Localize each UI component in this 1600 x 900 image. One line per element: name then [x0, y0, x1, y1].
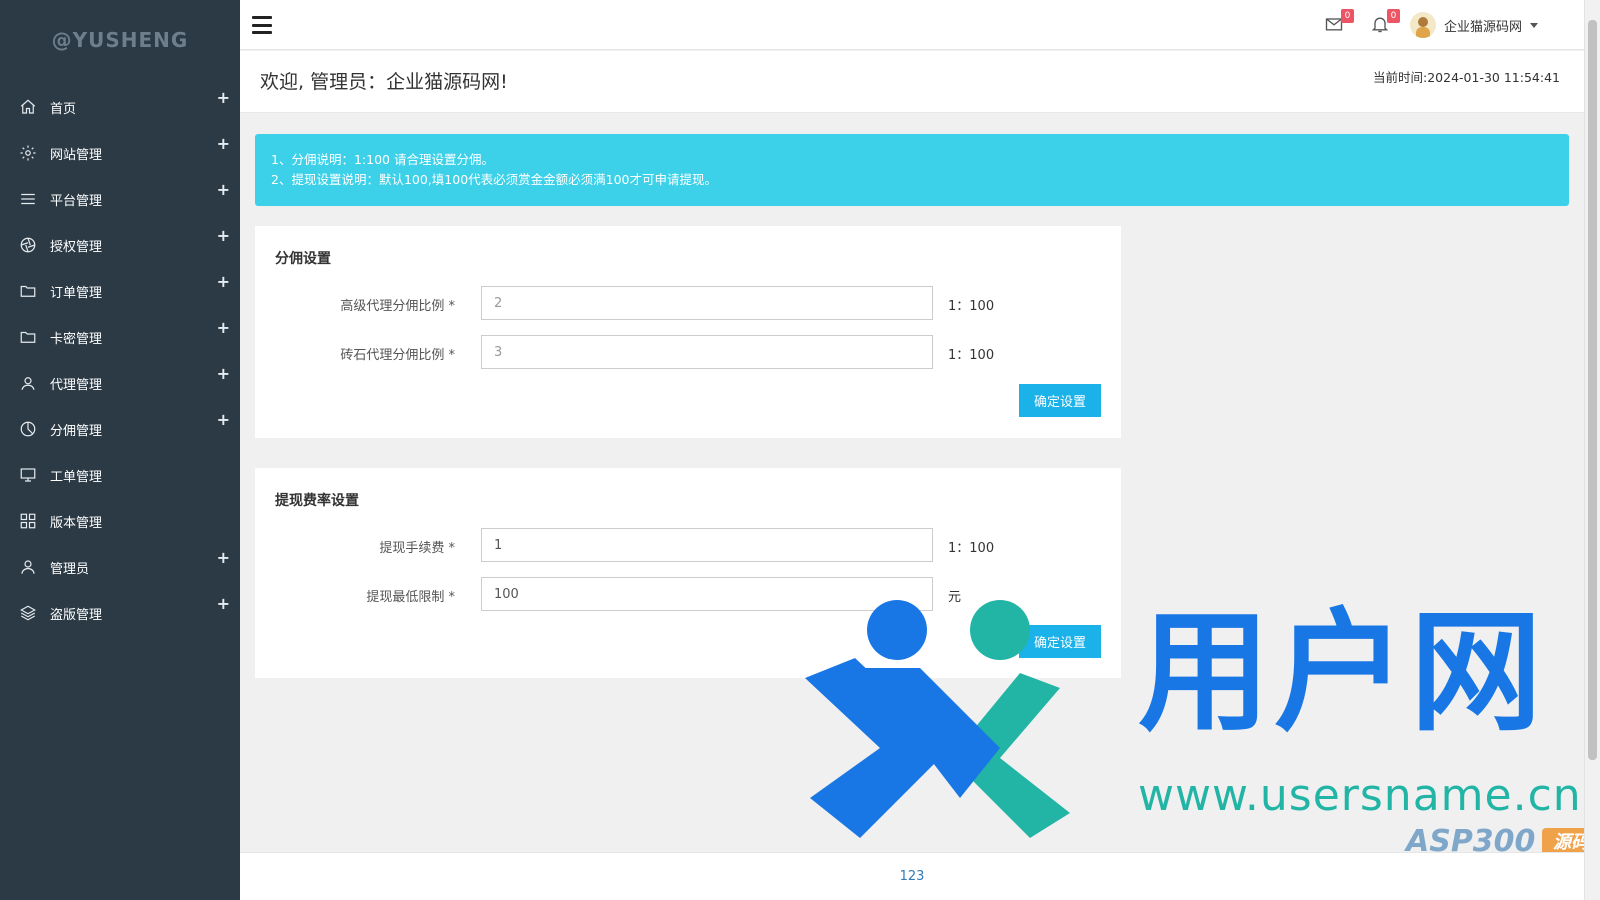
sidebar-item-label: 版本管理 — [50, 515, 103, 531]
sidebar-item-label: 管理员 — [50, 561, 90, 577]
scrollbar-thumb[interactable] — [1588, 20, 1597, 760]
notification-button[interactable]: 0 — [1370, 9, 1400, 36]
expand-plus-icon: + — [216, 134, 230, 153]
sidebar-item-commission-management[interactable]: 分佣管理 + — [0, 406, 240, 452]
alert-line-2: 2、提现设置说明：默认100,填100代表必须赏金金额必须满100才可申请提现。 — [271, 172, 718, 187]
sidebar-item-platform-management[interactable]: 平台管理 + — [0, 176, 240, 222]
ratio-suffix: 1：100 — [948, 541, 995, 556]
expand-plus-icon: + — [216, 318, 230, 337]
sidebar-item-label: 授权管理 — [50, 239, 103, 255]
form-row: 砖石代理分佣比例 * 1：100 — [255, 335, 1121, 369]
current-time-label: 当前时间:2024-01-30 11:54:41 — [1373, 70, 1560, 85]
sidebar-item-label: 平台管理 — [50, 193, 103, 209]
sidebar-item-label: 卡密管理 — [50, 331, 103, 347]
sidebar-item-label: 盗版管理 — [50, 607, 103, 623]
sidebar-item-license-management[interactable]: 授权管理 + — [0, 222, 240, 268]
expand-plus-icon: + — [216, 272, 230, 291]
sidebar-item-site-management[interactable]: 网站管理 + — [0, 130, 240, 176]
user-icon — [18, 373, 38, 393]
folder-icon — [18, 327, 38, 347]
form-row: 高级代理分佣比例 * 1：100 — [255, 286, 1121, 320]
withdraw-fee-label: 提现手续费 * — [379, 541, 455, 556]
mail-button[interactable]: 0 — [1324, 9, 1354, 36]
sidebar-item-home[interactable]: 首页 + — [0, 84, 240, 130]
withdraw-min-input[interactable] — [481, 577, 933, 611]
alert-line-1: 1、分佣说明：1:100 请合理设置分佣。 — [271, 152, 494, 167]
panel-title: 分佣设置 — [275, 251, 331, 267]
page-title: 欢迎, 管理员：企业猫源码网! — [260, 71, 508, 93]
user-menu-dropdown[interactable]: 企业猫源码网 — [1409, 10, 1538, 40]
expand-plus-icon: + — [216, 364, 230, 383]
currency-suffix: 元 — [948, 590, 962, 605]
ratio-suffix: 1：100 — [948, 299, 995, 314]
watermark-url: www.usersname.cn — [1138, 770, 1582, 821]
form-row: 提现手续费 * 1：100 — [255, 528, 1121, 562]
confirm-withdraw-button[interactable]: 确定设置 — [1019, 625, 1101, 658]
sidebar-item-card-management[interactable]: 卡密管理 + — [0, 314, 240, 360]
sidebar-item-order-management[interactable]: 订单管理 + — [0, 268, 240, 314]
mail-count-badge: 0 — [1341, 9, 1354, 23]
sidebar-item-label: 订单管理 — [50, 285, 103, 301]
gear-icon — [18, 143, 38, 163]
sidebar-item-ticket-management[interactable]: 工单管理 — [0, 452, 240, 498]
sidebar-menu: 首页 + 网站管理 + 平台管理 + 授权管理 + 订单管理 + 卡密管理 + — [0, 84, 240, 636]
grid-icon — [18, 511, 38, 531]
commission-settings-panel: 分佣设置 高级代理分佣比例 * 1：100 砖石代理分佣比例 * 1：100 确… — [255, 226, 1121, 438]
withdraw-min-label: 提现最低限制 * — [366, 590, 455, 605]
caret-down-icon — [1530, 22, 1538, 28]
expand-plus-icon: + — [216, 180, 230, 199]
vertical-scrollbar[interactable] — [1584, 0, 1600, 900]
expand-plus-icon: + — [216, 226, 230, 245]
form-row: 提现最低限制 * 元 — [255, 577, 1121, 611]
senior-agent-ratio-label: 高级代理分佣比例 * — [340, 299, 455, 314]
sidebar-item-agent-management[interactable]: 代理管理 + — [0, 360, 240, 406]
brand-logo: @YUSHENG — [51, 28, 189, 52]
withdraw-fee-input[interactable] — [481, 528, 933, 562]
current-time: 当前时间:2024-01-30 11:54:41 — [1373, 67, 1560, 86]
info-alert: 1、分佣说明：1:100 请合理设置分佣。 2、提现设置说明：默认100,填10… — [255, 134, 1569, 206]
withdraw-settings-panel: 提现费率设置 提现手续费 * 1：100 提现最低限制 * 元 确定设置 — [255, 468, 1121, 678]
sidebar-item-administrator[interactable]: 管理员 + — [0, 544, 240, 590]
sidebar-item-label: 网站管理 — [50, 147, 103, 163]
diamond-agent-ratio-input[interactable] — [481, 335, 933, 369]
monitor-icon — [18, 465, 38, 485]
page-header: 欢迎, 管理员：企业猫源码网! 当前时间:2024-01-30 11:54:41 — [240, 51, 1584, 113]
ratio-suffix: 1：100 — [948, 348, 995, 363]
list-icon — [18, 189, 38, 209]
sidebar-item-piracy-management[interactable]: 盗版管理 + — [0, 590, 240, 636]
expand-plus-icon: + — [216, 548, 230, 567]
panel-title: 提现费率设置 — [275, 493, 359, 509]
confirm-commission-button[interactable]: 确定设置 — [1019, 384, 1101, 417]
pie-icon — [18, 419, 38, 439]
expand-plus-icon: + — [216, 594, 230, 613]
diamond-agent-ratio-label: 砖石代理分佣比例 * — [340, 348, 455, 363]
top-navbar: 0 0 企业猫源码网 — [240, 0, 1584, 50]
footer: 123 — [240, 852, 1584, 900]
menu-toggle-icon[interactable] — [252, 16, 272, 34]
sidebar-item-label: 首页 — [50, 101, 77, 117]
person-icon — [18, 557, 38, 577]
folder-icon — [18, 281, 38, 301]
avatar — [1409, 12, 1436, 38]
user-name: 企业猫源码网 — [1443, 19, 1522, 35]
home-icon — [18, 97, 38, 117]
notification-count-badge: 0 — [1387, 9, 1400, 23]
watermark-title: 用户网 — [1138, 596, 1546, 750]
expand-plus-icon: + — [216, 410, 230, 429]
aperture-icon — [18, 235, 38, 255]
sidebar-item-version-management[interactable]: 版本管理 — [0, 498, 240, 544]
senior-agent-ratio-input[interactable] — [481, 286, 933, 320]
sidebar-item-label: 分佣管理 — [50, 423, 103, 439]
sidebar-item-label: 工单管理 — [50, 469, 103, 485]
sidebar-item-label: 代理管理 — [50, 377, 103, 393]
footer-text[interactable]: 123 — [900, 869, 925, 884]
sidebar: @YUSHENG 首页 + 网站管理 + 平台管理 + 授权管理 + 订单管理 … — [0, 0, 240, 900]
layers-icon — [18, 603, 38, 623]
expand-plus-icon: + — [216, 88, 230, 107]
